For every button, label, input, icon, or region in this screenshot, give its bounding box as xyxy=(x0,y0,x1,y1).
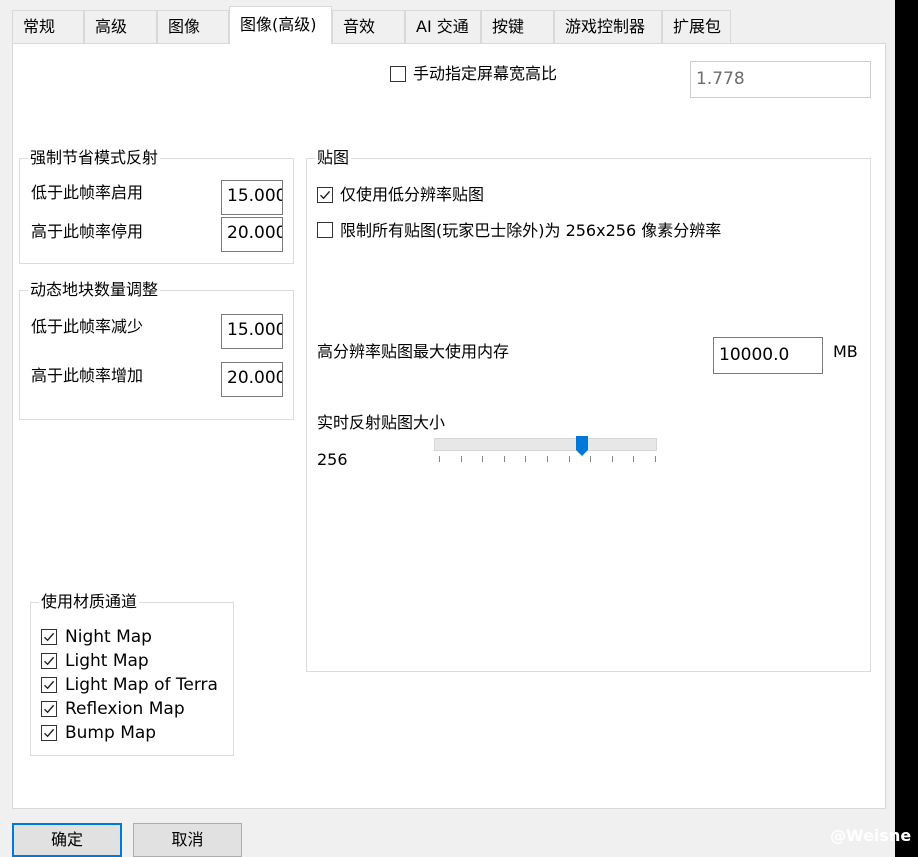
slider-tick xyxy=(568,456,570,462)
bump-map-checkbox[interactable] xyxy=(41,725,57,741)
max-memory-unit: MB xyxy=(833,342,858,361)
reflection-size-slider[interactable] xyxy=(434,438,657,451)
tab-addons[interactable]: 扩展包 xyxy=(662,10,731,43)
group-title: 动态地块数量调整 xyxy=(28,279,161,301)
watermark: @Weisne xyxy=(830,826,912,845)
check-icon xyxy=(44,704,55,714)
reflection-size-label: 实时反射贴图大小 xyxy=(317,413,446,432)
bump-map-label: Bump Map xyxy=(65,723,157,743)
reduce-below-field[interactable]: 15.000 xyxy=(221,314,283,349)
tab-general[interactable]: 常规 xyxy=(12,10,84,43)
slider-tick xyxy=(547,456,548,462)
aspect-ratio-label: 手动指定屏幕宽高比 xyxy=(413,64,558,83)
slider-tick xyxy=(525,456,527,462)
dynamic-tiles-group: 动态地块数量调整 xyxy=(19,279,294,420)
slider-ticks xyxy=(434,456,657,468)
slider-tick xyxy=(655,456,656,462)
group-title: 贴图 xyxy=(315,147,352,169)
disable-above-field[interactable]: 20.000 xyxy=(221,217,283,252)
slider-tick xyxy=(460,456,462,462)
check-icon xyxy=(44,680,55,690)
light-map-checkbox[interactable] xyxy=(41,653,57,669)
tab-graphics-advanced[interactable]: 图像(高级) xyxy=(229,6,332,44)
check-icon xyxy=(44,728,55,738)
slider-tick xyxy=(439,456,440,462)
low-res-only-checkbox[interactable] xyxy=(317,187,333,203)
tab-bar: 常规 高级 图像 图像(高级) 音效 AI 交通 按键 游戏控制器 扩展包 xyxy=(0,0,895,44)
check-icon xyxy=(44,632,55,642)
reflexion-map-checkbox[interactable] xyxy=(41,701,57,717)
aspect-ratio-checkbox[interactable] xyxy=(390,66,406,82)
tab-ai-traffic[interactable]: AI 交通 xyxy=(405,10,481,43)
light-map-label: Light Map xyxy=(65,651,149,671)
group-title: 强制节省模式反射 xyxy=(28,147,161,169)
tab-gamepad[interactable]: 游戏控制器 xyxy=(554,10,662,43)
enable-below-field[interactable]: 15.000 xyxy=(221,180,283,215)
night-map-label: Night Map xyxy=(65,627,152,647)
tab-graphics[interactable]: 图像 xyxy=(157,10,229,43)
max-memory-field[interactable]: 10000.0 xyxy=(713,337,823,374)
slider-thumb[interactable] xyxy=(575,436,588,456)
tab-keys[interactable]: 按键 xyxy=(481,10,554,43)
slider-tick xyxy=(611,456,613,462)
increase-above-label: 高于此帧率增加 xyxy=(31,366,144,385)
slider-tick xyxy=(482,456,484,462)
slider-tick xyxy=(633,456,635,462)
increase-above-field[interactable]: 20.000 xyxy=(221,362,283,397)
light-map-terrain-label: Light Map of Terra xyxy=(65,675,218,695)
cancel-button[interactable]: 取消 xyxy=(133,823,242,857)
night-map-checkbox[interactable] xyxy=(41,629,57,645)
aspect-ratio-field[interactable]: 1.778 xyxy=(690,61,871,98)
tab-sound[interactable]: 音效 xyxy=(332,10,405,43)
light-map-terrain-checkbox[interactable] xyxy=(41,677,57,693)
ok-button[interactable]: 确定 xyxy=(12,823,122,857)
check-icon xyxy=(44,656,55,666)
limit-256-label: 限制所有贴图(玩家巴士除外)为 256x256 像素分辨率 xyxy=(340,221,722,240)
disable-above-label: 高于此帧率停用 xyxy=(31,222,144,241)
check-icon xyxy=(320,190,331,200)
reflection-size-value: 256 xyxy=(317,450,348,469)
enable-below-label: 低于此帧率启用 xyxy=(31,183,144,202)
max-memory-label: 高分辨率贴图最大使用内存 xyxy=(317,342,510,361)
group-title: 使用材质通道 xyxy=(39,591,140,613)
reflexion-map-label: Reflexion Map xyxy=(65,699,185,719)
reduce-below-label: 低于此帧率减少 xyxy=(31,317,144,336)
limit-256-checkbox[interactable] xyxy=(317,222,333,238)
tab-advanced[interactable]: 高级 xyxy=(84,10,157,43)
slider-tick xyxy=(503,456,505,462)
dialog-window: 常规 高级 图像 图像(高级) 音效 AI 交通 按键 游戏控制器 扩展包 手动… xyxy=(0,0,895,857)
slider-tick xyxy=(590,456,592,462)
low-res-only-label: 仅使用低分辨率贴图 xyxy=(340,185,485,204)
